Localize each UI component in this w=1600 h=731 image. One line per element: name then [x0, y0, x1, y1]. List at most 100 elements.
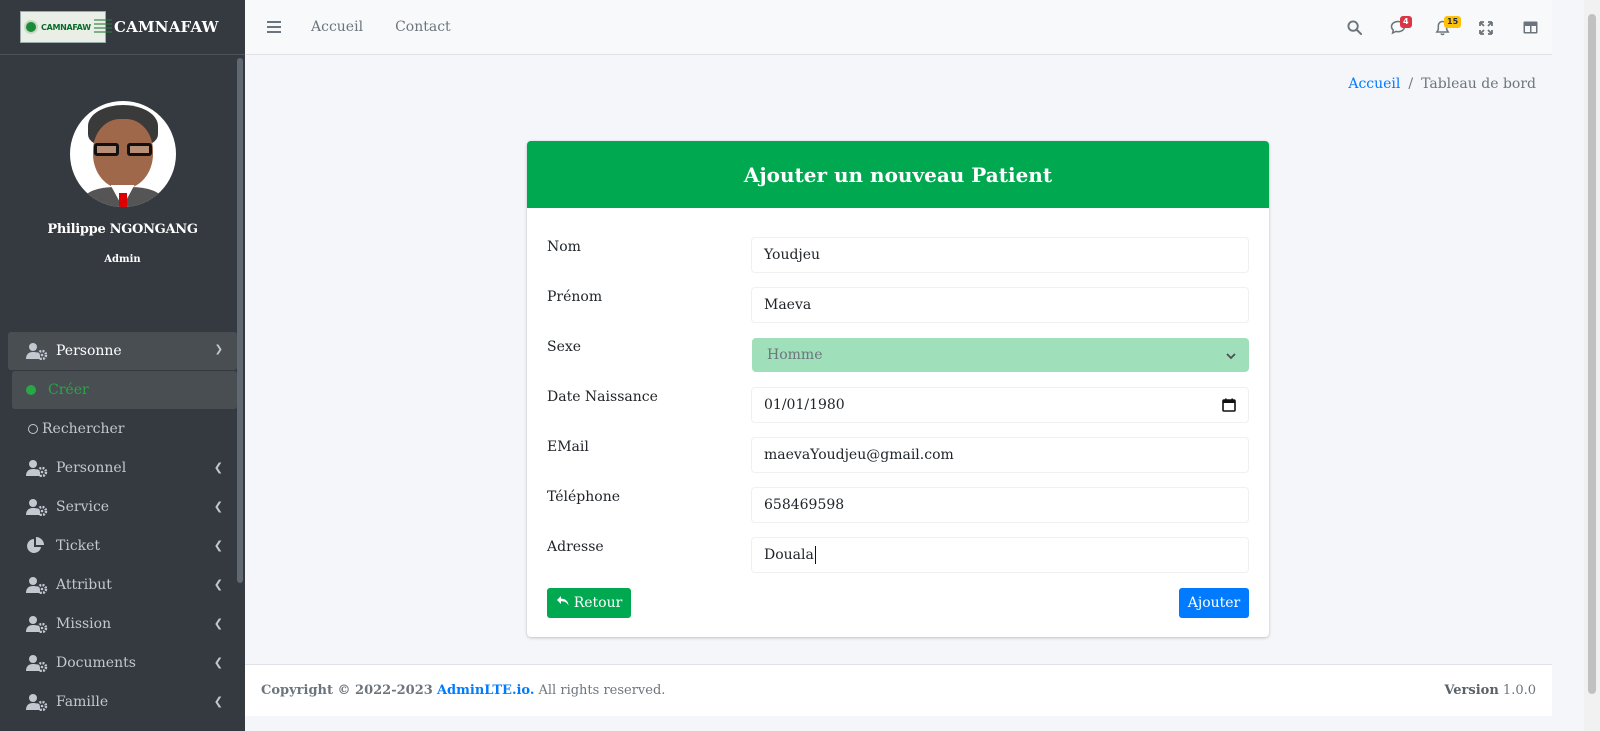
chevron-left-icon: ❮: [213, 539, 223, 552]
circle-outline-icon: [28, 424, 38, 434]
footer-rights: All rights reserved.: [538, 683, 666, 698]
sidebar-item-label: Personne: [56, 343, 122, 359]
breadcrumb: Accueil / Tableau de bord: [1348, 76, 1536, 92]
sidebar-item-service[interactable]: Service ❮: [8, 488, 237, 526]
text-cursor: [814, 546, 816, 564]
sidebar-subitem-creer[interactable]: Créer: [12, 371, 237, 409]
prenom-label: Prénom: [547, 289, 603, 305]
footer-link[interactable]: AdminLTE.io.: [437, 683, 534, 698]
back-button-label: Retour: [573, 595, 623, 611]
email-label: EMail: [547, 439, 589, 455]
users-cog-icon: [26, 459, 48, 477]
users-cog-icon: [26, 615, 48, 633]
sidebar-subitem-label: Rechercher: [42, 421, 125, 437]
sidebar-item-mission[interactable]: Mission ❮: [8, 605, 237, 643]
calendar-icon[interactable]: [1222, 398, 1236, 416]
back-button[interactable]: Retour: [547, 588, 631, 618]
date-naissance-value: 01/01/1980: [764, 397, 845, 413]
sidebar-item-ticket[interactable]: Ticket ❮: [8, 527, 237, 565]
form-row-telephone: Téléphone 658469598: [547, 487, 1249, 523]
sidebar-item-personnel[interactable]: Personnel ❮: [8, 449, 237, 487]
nom-label: Nom: [547, 239, 581, 255]
sidebar-scrollbar[interactable]: [237, 58, 243, 583]
users-cog-icon: [26, 693, 48, 711]
sidebar-subitem-rechercher[interactable]: Rechercher: [8, 410, 237, 448]
date-naissance-input[interactable]: 01/01/1980: [751, 387, 1249, 423]
sidebar-item-label: Ticket: [56, 538, 101, 554]
user-role: Admin: [104, 254, 141, 265]
date-naissance-label: Date Naissance: [547, 389, 658, 405]
adresse-input[interactable]: Douala: [751, 537, 1249, 573]
form-row-prenom: Prénom Maeva: [547, 287, 1249, 323]
user-name[interactable]: Philippe NGONGANG: [0, 222, 245, 237]
sexe-label: Sexe: [547, 339, 582, 355]
sidebar-menu: Personne ❯ Créer Rechercher Personnel ❮ …: [8, 332, 237, 722]
nav-link-contact[interactable]: Contact: [395, 19, 451, 35]
sexe-selected-value: Homme: [767, 347, 823, 363]
chevron-left-icon: ❮: [213, 500, 223, 513]
logo-seal-icon: [24, 20, 38, 34]
email-input[interactable]: maevaYoudjeu@gmail.com: [751, 437, 1249, 473]
footer: Copyright © 2022-2023 AdminLTE.io. All r…: [245, 664, 1552, 716]
main-sidebar: CAMNAFAW CAMNAFAW Philippe NGONGANG Admi…: [0, 0, 245, 731]
brand-link[interactable]: CAMNAFAW CAMNAFAW: [0, 0, 245, 55]
chevron-left-icon: ❮: [213, 461, 223, 474]
notifications-badge: 15: [1444, 16, 1462, 28]
breadcrumb-current: Tableau de bord: [1421, 76, 1536, 92]
prenom-input[interactable]: Maeva: [751, 287, 1249, 323]
sidebar-item-personne[interactable]: Personne ❯: [8, 332, 237, 370]
users-cog-icon: [26, 498, 48, 516]
nav-link-accueil[interactable]: Accueil: [311, 19, 363, 35]
chevron-left-icon: ❮: [213, 656, 223, 669]
search-icon[interactable]: [1332, 0, 1376, 55]
adresse-label: Adresse: [547, 539, 604, 555]
sidebar-item-attribut[interactable]: Attribut ❮: [8, 566, 237, 604]
brand-logo: CAMNAFAW: [20, 11, 112, 43]
form-row-email: EMail maevaYoudjeu@gmail.com: [547, 437, 1249, 473]
breadcrumb-home[interactable]: Accueil: [1348, 76, 1400, 92]
page-scrollbar[interactable]: [1584, 0, 1600, 731]
sidebar-item-label: Documents: [56, 655, 136, 671]
chevron-left-icon: ❮: [213, 617, 223, 630]
users-cog-icon: [26, 342, 48, 360]
brand-name: CAMNAFAW: [114, 18, 219, 36]
sidebar-item-label: Famille: [56, 694, 109, 710]
card-title: Ajouter un nouveau Patient: [527, 141, 1269, 208]
breadcrumb-separator: /: [1408, 76, 1414, 92]
sidebar-item-label: Attribut: [56, 577, 112, 593]
adresse-value: Douala: [764, 547, 814, 563]
top-navbar: Accueil Contact 4 15: [245, 0, 1552, 55]
form-row-sexe: Sexe Homme: [547, 337, 1249, 373]
messages-badge: 4: [1400, 16, 1412, 28]
telephone-label: Téléphone: [547, 489, 621, 505]
sidebar-item-label: Service: [56, 499, 110, 515]
fullscreen-icon[interactable]: [1464, 0, 1508, 55]
circle-filled-icon: [26, 385, 36, 395]
add-patient-card: Ajouter un nouveau Patient Nom Youdjeu P…: [527, 141, 1269, 637]
submit-button[interactable]: Ajouter: [1179, 588, 1249, 618]
sexe-select[interactable]: Homme: [752, 338, 1249, 372]
bell-icon[interactable]: 15: [1420, 0, 1464, 55]
user-panel: Philippe NGONGANG Admin: [0, 55, 245, 265]
pie-chart-icon: [26, 537, 48, 555]
sidebar-item-label: Mission: [56, 616, 112, 632]
telephone-input[interactable]: 658469598: [751, 487, 1249, 523]
chevron-down-icon: ❯: [214, 344, 223, 355]
nom-input[interactable]: Youdjeu: [751, 237, 1249, 273]
avatar[interactable]: [69, 101, 176, 207]
menu-toggle-icon[interactable]: [267, 21, 281, 33]
chevron-left-icon: ❮: [213, 578, 223, 591]
sidebar-item-label: Personnel: [56, 460, 127, 476]
logo-tagline-graphic: [93, 19, 112, 35]
form-row-date-naissance: Date Naissance 01/01/1980: [547, 387, 1249, 423]
chevron-left-icon: ❮: [213, 695, 223, 708]
chevron-down-icon: [1226, 349, 1236, 365]
control-sidebar-icon[interactable]: [1508, 0, 1552, 55]
sidebar-item-documents[interactable]: Documents ❮: [8, 644, 237, 682]
form-row-nom: Nom Youdjeu: [547, 237, 1249, 273]
sidebar-item-famille[interactable]: Famille ❮: [8, 683, 237, 721]
messages-icon[interactable]: 4: [1376, 0, 1420, 55]
sidebar-subitem-label: Créer: [48, 382, 89, 398]
version-label: Version: [1444, 683, 1499, 698]
users-cog-icon: [26, 654, 48, 672]
